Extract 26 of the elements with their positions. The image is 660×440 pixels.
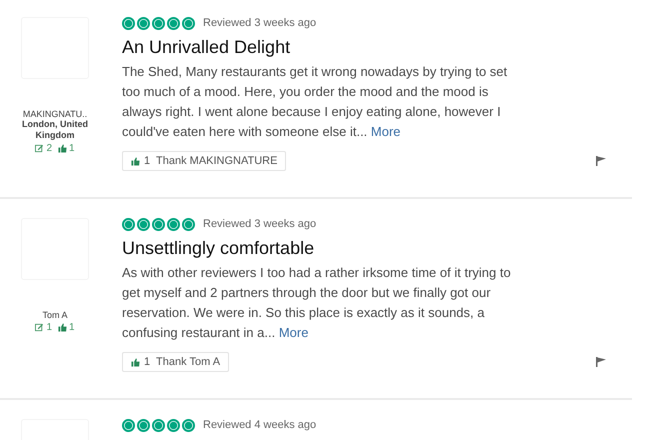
helpful-count: 1 (69, 322, 75, 333)
review-text: As with other reviewers I too had a rather irksome time of it trying to get myself and 2 partners through the door but we finally got our reservation. We were in. So this place is exactly as it sounds, a confusing restaurant in a... More (122, 264, 512, 342)
thumbs-up-icon (131, 156, 140, 166)
flag-icon[interactable] (595, 155, 607, 167)
thank-button[interactable]: 1 Thank MAKINGNATURE (122, 151, 286, 171)
helpful-count: 1 (69, 143, 75, 154)
review-date: Reviewed 4 weeks ago (203, 419, 316, 431)
review-date: Reviewed 3 weeks ago (203, 218, 316, 230)
reviewer-name[interactable]: MAKINGNATU.. (22, 109, 88, 119)
review-title[interactable]: An Unrivalled Delight (122, 37, 632, 58)
review-date: Reviewed 3 weeks ago (203, 17, 316, 29)
review-count: 1 (46, 322, 52, 333)
review-text: The Shed, Many restaurants get it wrong nowadays by trying to set too much of a mood. Here, you order the mood and the mood is always right. I went alone because I enjoy eating alone, however I could've eaten here with someone else it... More (122, 63, 508, 141)
thank-button[interactable]: 1 Thank Tom A (122, 352, 230, 372)
thumbs-up-icon (58, 144, 67, 153)
review-count: 2 (46, 143, 52, 154)
pencil-icon (35, 144, 44, 153)
pencil-icon (35, 323, 44, 332)
more-link[interactable]: More (370, 124, 401, 139)
thumbs-up-icon (131, 358, 140, 366)
reviewer-name[interactable]: Tom A (42, 310, 68, 320)
flag-icon[interactable] (595, 356, 607, 368)
thumbs-up-icon (58, 323, 67, 332)
review-title[interactable]: Unsettlingly comfortable (122, 238, 632, 259)
more-link[interactable]: More (278, 325, 308, 340)
reviewer-location: London, United Kingdom (21, 119, 89, 141)
